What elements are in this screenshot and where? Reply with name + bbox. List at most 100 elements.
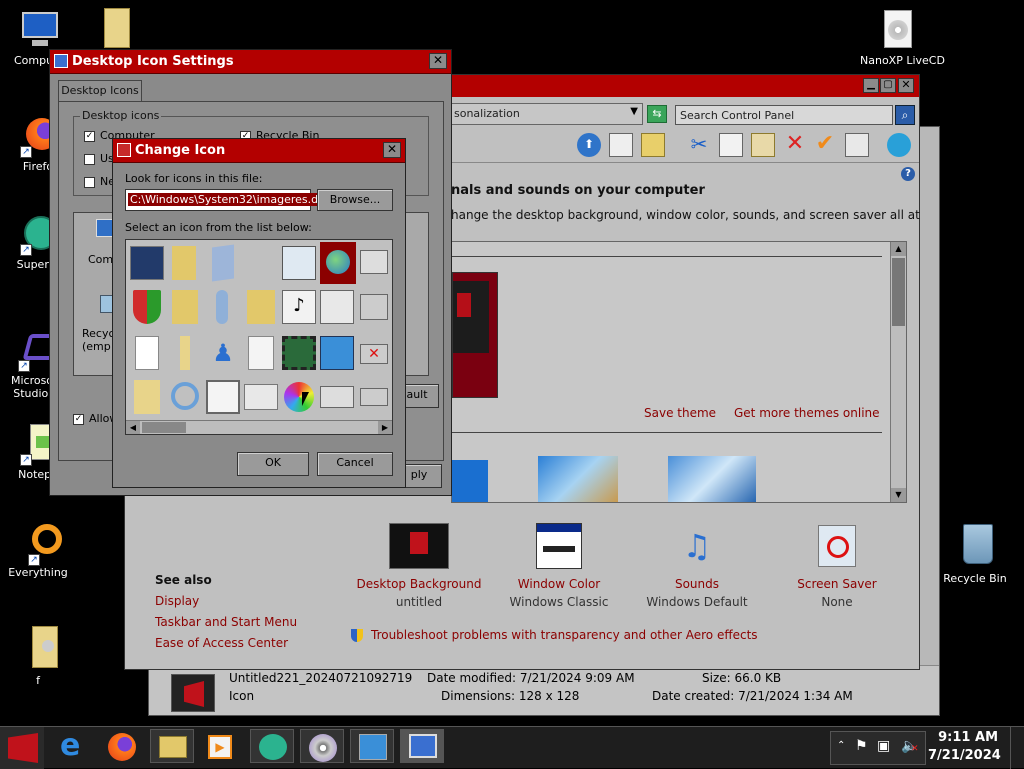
security-shield-icon[interactable] — [133, 290, 161, 324]
setting-desktop-background[interactable]: Desktop Background untitled — [355, 523, 483, 613]
see-also-display-link[interactable]: Display — [155, 594, 199, 608]
list-item[interactable]: Recyc (emp — [82, 327, 115, 353]
window-switch-icon[interactable] — [130, 246, 164, 280]
text-file-icon[interactable] — [248, 336, 274, 370]
cut-icon[interactable]: ✂ — [687, 133, 711, 157]
properties-icon[interactable] — [845, 133, 869, 157]
icon-file-path-input[interactable]: C:\Windows\System32\imageres.dll — [125, 189, 327, 211]
refresh-icon[interactable]: ⇆ — [647, 105, 667, 123]
taskbar-ie[interactable]: e — [52, 729, 96, 763]
taskbar-control-panel[interactable] — [350, 729, 394, 763]
folder-icon[interactable] — [134, 380, 160, 414]
desktop-icon-f[interactable]: f — [2, 624, 74, 687]
get-more-themes-link[interactable]: Get more themes online — [734, 406, 880, 420]
theme-thumbnail[interactable] — [538, 456, 618, 502]
music-notes-icon[interactable]: ♪ — [282, 290, 316, 324]
theme-thumbnail[interactable] — [452, 460, 488, 502]
app-window-icon[interactable] — [206, 380, 240, 414]
theme-list-scrollbar[interactable]: ▲ ▼ — [890, 242, 906, 502]
drive-remove-icon[interactable]: ✕ — [360, 344, 388, 364]
show-hidden-icons-icon[interactable]: ⌃ — [837, 740, 845, 751]
taskbar-supermium[interactable] — [250, 729, 294, 763]
folder-icon[interactable] — [172, 246, 196, 280]
blank-page-icon[interactable] — [135, 336, 159, 370]
close-button[interactable]: ✕ — [383, 142, 401, 158]
paste-icon[interactable] — [751, 133, 775, 157]
taskbar-firefox[interactable] — [100, 729, 144, 763]
scroll-right-arrow-icon[interactable]: ▶ — [378, 421, 392, 434]
minimize-button[interactable]: ▁ — [863, 78, 879, 93]
see-also-ease-of-access-link[interactable]: Ease of Access Center — [155, 636, 288, 650]
close-button[interactable]: ✕ — [429, 53, 447, 69]
taskbar-explorer[interactable] — [150, 729, 194, 763]
folder-printer-icon[interactable] — [320, 290, 354, 324]
users-group-icon[interactable]: ♟ — [206, 336, 240, 370]
help-bubble-icon[interactable] — [887, 133, 911, 157]
icon-grid[interactable]: ♪ ♟ ✕ ◀ ▶ — [125, 239, 393, 435]
theme-list[interactable]: Save theme Get more themes online ▲ ▼ — [451, 241, 907, 503]
maximize-button[interactable]: ▢ — [880, 78, 896, 93]
up-arrow-icon[interactable]: ⬆ — [577, 133, 601, 157]
taskbar-desktop-settings[interactable] — [400, 729, 444, 763]
troubleshoot-link[interactable]: Troubleshoot problems with transparency … — [371, 628, 758, 642]
scroll-thumb[interactable] — [142, 422, 186, 433]
close-button[interactable]: ✕ — [898, 78, 914, 93]
mail-icon[interactable] — [244, 384, 278, 410]
clock[interactable]: 9:11 AM 7/21/2024 — [928, 729, 1001, 767]
flag-icon[interactable]: ⚑ — [855, 738, 868, 754]
tab-desktop-icons[interactable]: Desktop Icons — [58, 80, 142, 102]
folder-icon[interactable] — [172, 290, 198, 324]
network-globe-icon[interactable] — [320, 242, 356, 284]
blank-page-icon[interactable] — [212, 244, 234, 282]
checkbox-network[interactable] — [84, 177, 95, 188]
help-icon[interactable]: ? — [901, 167, 915, 181]
see-also-taskbar-link[interactable]: Taskbar and Start Menu — [155, 615, 297, 629]
checkbox-computer[interactable]: ✓ — [84, 131, 95, 142]
network-icon[interactable]: ▣ — [877, 738, 890, 754]
ok-button[interactable]: OK — [237, 452, 309, 476]
taskbar-cd[interactable] — [300, 729, 344, 763]
scroll-left-arrow-icon[interactable]: ◀ — [126, 421, 140, 434]
panel-icon[interactable] — [609, 133, 633, 157]
picture-icon[interactable] — [282, 246, 316, 280]
control-panel-icon[interactable] — [320, 336, 354, 370]
desktop-icon-folder[interactable] — [78, 6, 150, 50]
setting-window-color[interactable]: Window Color Windows Classic — [495, 523, 623, 613]
search-icon[interactable] — [171, 382, 199, 410]
floppy-drive-icon[interactable] — [320, 386, 354, 408]
address-bar[interactable]: sonalization ▼ — [451, 103, 643, 125]
delete-icon[interactable]: ✕ — [783, 133, 807, 157]
copy-icon[interactable] — [719, 133, 743, 157]
search-icon[interactable]: ⌕ — [895, 105, 915, 125]
film-icon[interactable] — [282, 336, 316, 370]
allow-themes-checkbox[interactable]: ✓ — [73, 414, 84, 425]
theme-thumbnail[interactable] — [452, 272, 498, 398]
document-icon[interactable] — [216, 290, 228, 324]
desktop-icon-recycle-bin[interactable]: Recycle Bin — [940, 522, 1010, 585]
search-input[interactable]: Search Control Panel — [675, 105, 893, 125]
start-button[interactable] — [0, 727, 44, 769]
scroll-down-arrow-icon[interactable]: ▼ — [891, 488, 906, 502]
chevron-down-icon[interactable]: ▼ — [630, 106, 638, 117]
checkbox-users-files[interactable] — [84, 154, 95, 165]
drive-icon[interactable] — [360, 388, 388, 406]
folder-options-icon[interactable] — [641, 133, 665, 157]
empty-slot-icon[interactable] — [244, 246, 278, 280]
color-wheel-icon[interactable] — [284, 382, 314, 412]
theme-thumbnail[interactable] — [668, 456, 756, 502]
taskbar-media-player[interactable]: ▶ — [200, 729, 244, 763]
icon-grid-scrollbar[interactable]: ◀ ▶ — [126, 420, 392, 434]
desktop-icon-nanoxp-livecd[interactable]: NanoXP LiveCD — [860, 10, 945, 67]
show-desktop-button[interactable] — [1010, 727, 1024, 769]
printer-icon[interactable] — [360, 250, 388, 274]
folder-icon[interactable] — [180, 336, 190, 370]
setting-screen-saver[interactable]: Screen Saver None — [773, 523, 901, 613]
setting-sounds[interactable]: ♫ Sounds Windows Default — [633, 523, 761, 613]
cancel-button[interactable]: Cancel — [317, 452, 393, 476]
checkmark-icon[interactable]: ✔ — [813, 133, 837, 157]
browse-button[interactable]: Browse... — [317, 189, 393, 211]
scroll-up-arrow-icon[interactable]: ▲ — [891, 242, 906, 256]
scroll-thumb[interactable] — [892, 258, 905, 326]
folder-search-icon[interactable] — [247, 290, 275, 324]
desktop-icon-everything[interactable]: ↗ Everything — [2, 522, 74, 579]
